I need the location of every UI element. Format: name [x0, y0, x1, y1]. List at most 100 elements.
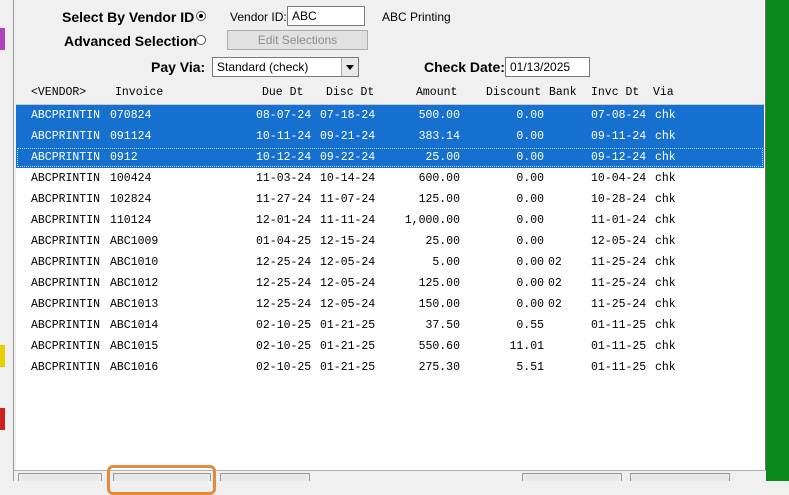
cell-via: chk — [655, 151, 676, 164]
cell-disc-date: 09-22-24 — [320, 151, 376, 164]
cell-disc-date: 01-21-25 — [320, 361, 376, 374]
cell-vendor: ABCPRINTIN — [31, 361, 101, 374]
col-due-dt[interactable]: Due Dt — [262, 86, 303, 99]
cell-discount: 0.00 — [516, 130, 544, 143]
pay-via-value: Standard (check) — [217, 60, 309, 74]
cell-invoice: 070824 — [110, 109, 152, 122]
col-invc-dt[interactable]: Invc Dt — [591, 86, 639, 99]
select-by-vendor-label: Select By Vendor ID — [62, 9, 195, 25]
yellow-marker — [0, 345, 5, 367]
cell-discount: 0.00 — [516, 172, 544, 185]
cell-invoice-date: 10-04-24 — [591, 172, 647, 185]
cell-due-date: 10-12-24 — [256, 151, 312, 164]
cell-due-date: 12-25-24 — [256, 256, 312, 269]
window-frame-right — [766, 0, 789, 481]
table-row[interactable]: ABCPRINTIN ABC1013 12-25-24 12-05-24 150.00 0… — [16, 294, 764, 315]
cell-vendor: ABCPRINTIN — [31, 277, 101, 290]
cell-invoice-date: 09-11-24 — [591, 130, 647, 143]
col-bank[interactable]: Bank — [549, 86, 577, 99]
cell-amount: 150.00 — [418, 298, 460, 311]
chevron-down-icon[interactable] — [341, 58, 358, 76]
table-row[interactable]: ABCPRINTIN ABC1010 12-25-24 12-05-24 5.00 0.0… — [16, 252, 764, 273]
cell-disc-date: 12-05-24 — [320, 298, 376, 311]
cell-due-date: 12-25-24 — [256, 298, 312, 311]
cell-amount: 125.00 — [418, 193, 460, 206]
table-row[interactable]: ABCPRINTIN ABC1016 02-10-25 01-21-25 275.30 5… — [16, 357, 764, 378]
cell-invoice: ABC1012 — [110, 277, 159, 290]
table-row[interactable]: ABCPRINTIN 0912 10-12-24 09-22-24 25.00 0.00 0… — [16, 147, 764, 168]
pay-via-label: Pay Via: — [151, 59, 206, 75]
pay-via-select[interactable]: Standard (check) — [212, 57, 359, 77]
cell-amount: 275.30 — [418, 361, 460, 374]
cell-invoice: 091124 — [110, 130, 152, 143]
cell-amount: 25.00 — [425, 235, 460, 248]
col-via[interactable]: Via — [653, 86, 674, 99]
cell-invoice: ABC1015 — [110, 340, 159, 353]
cell-invoice: ABC1016 — [110, 361, 159, 374]
table-row[interactable]: ABCPRINTIN ABC1012 12-25-24 12-05-24 125.00 0… — [16, 273, 764, 294]
col-disc-dt[interactable]: Disc Dt — [326, 86, 374, 99]
cell-vendor: ABCPRINTIN — [31, 319, 101, 332]
col-invoice[interactable]: Invoice — [115, 86, 163, 99]
left-toolbar-strip — [0, 0, 14, 481]
cell-invoice: ABC1014 — [110, 319, 159, 332]
cell-due-date: 02-10-25 — [256, 319, 312, 332]
cell-bank: 02 — [548, 256, 562, 269]
cell-via: chk — [655, 361, 676, 374]
cell-amount: 125.00 — [418, 277, 460, 290]
col-discount[interactable]: Discount — [486, 86, 541, 99]
cell-amount: 550.60 — [418, 340, 460, 353]
table-row[interactable]: ABCPRINTIN 091124 10-11-24 09-21-24 383.14 0.… — [16, 126, 764, 147]
bottom-button-5[interactable] — [630, 473, 730, 481]
cell-invoice-date: 10-28-24 — [591, 193, 647, 206]
col-amount[interactable]: Amount — [416, 86, 457, 99]
invoice-grid[interactable]: ABCPRINTIN 070824 08-07-24 07-18-24 500.00 0.… — [16, 104, 764, 471]
cell-via: chk — [655, 109, 676, 122]
edit-selections-button[interactable]: Edit Selections — [227, 30, 368, 50]
bottom-button-1[interactable] — [18, 473, 102, 481]
cell-disc-date: 09-21-24 — [320, 130, 376, 143]
table-row[interactable]: ABCPRINTIN ABC1015 02-10-25 01-21-25 550.60 1… — [16, 336, 764, 357]
purple-marker — [0, 28, 5, 50]
table-row[interactable]: ABCPRINTIN 100424 11-03-24 10-14-24 600.00 0.… — [16, 168, 764, 189]
vendor-name-text: ABC Printing — [382, 10, 451, 24]
cell-discount: 0.55 — [516, 319, 544, 332]
cell-via: chk — [655, 214, 676, 227]
cell-discount: 0.00 — [516, 256, 544, 269]
cell-invoice-date: 11-01-24 — [591, 214, 647, 227]
cell-invoice: 102824 — [110, 193, 152, 206]
cell-due-date: 12-01-24 — [256, 214, 312, 227]
cell-via: chk — [655, 319, 676, 332]
cell-due-date: 02-10-25 — [256, 361, 312, 374]
cell-via: chk — [655, 277, 676, 290]
cell-amount: 5.00 — [432, 256, 460, 269]
cell-disc-date: 12-15-24 — [320, 235, 376, 248]
cell-discount: 0.00 — [516, 277, 544, 290]
vendor-id-input[interactable]: ABC — [287, 6, 365, 26]
cell-via: chk — [655, 193, 676, 206]
select-by-vendor-radio[interactable] — [196, 11, 206, 21]
cell-discount: 0.00 — [516, 193, 544, 206]
cell-disc-date: 12-05-24 — [320, 256, 376, 269]
table-row[interactable]: ABCPRINTIN 070824 08-07-24 07-18-24 500.00 0.… — [16, 105, 764, 126]
cell-via: chk — [655, 130, 676, 143]
cell-amount: 1,000.00 — [404, 214, 460, 227]
vendor-id-label: Vendor ID: — [230, 10, 287, 24]
cell-amount: 37.50 — [425, 319, 460, 332]
cell-invoice-date: 11-25-24 — [591, 277, 647, 290]
cell-discount: 0.00 — [516, 151, 544, 164]
bottom-button-3[interactable] — [220, 473, 310, 481]
table-row[interactable]: ABCPRINTIN ABC1009 01-04-25 12-15-24 25.00 0.… — [16, 231, 764, 252]
grid-header: <VENDOR> Invoice Due Dt Disc Dt Amount D… — [16, 84, 764, 102]
table-row[interactable]: ABCPRINTIN 110124 12-01-24 11-11-24 1,000.00… — [16, 210, 764, 231]
table-row[interactable]: ABCPRINTIN 102824 11-27-24 11-07-24 125.00 0.… — [16, 189, 764, 210]
bottom-button-4[interactable] — [522, 473, 622, 481]
check-date-input[interactable]: 01/13/2025 — [505, 57, 590, 77]
cell-invoice: 110124 — [110, 214, 152, 227]
cell-invoice-date: 01-11-25 — [591, 361, 647, 374]
cell-vendor: ABCPRINTIN — [31, 298, 101, 311]
cell-vendor: ABCPRINTIN — [31, 151, 101, 164]
advanced-selection-radio[interactable] — [196, 35, 206, 45]
col-vendor[interactable]: <VENDOR> — [31, 86, 86, 99]
table-row[interactable]: ABCPRINTIN ABC1014 02-10-25 01-21-25 37.50 0.… — [16, 315, 764, 336]
